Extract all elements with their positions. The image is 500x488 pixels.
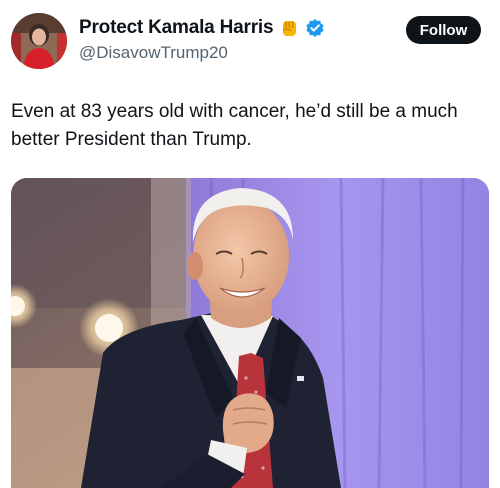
- raised-fist-emoji-icon: [279, 18, 300, 39]
- tweet-photo[interactable]: [11, 178, 489, 488]
- author-name-row: Protect Kamala Harris: [79, 16, 325, 40]
- verified-badge-icon: [305, 18, 325, 38]
- author-display-name[interactable]: Protect Kamala Harris: [79, 17, 274, 39]
- tweet-text: Even at 83 years old with cancer, he’d s…: [11, 101, 458, 150]
- author-handle[interactable]: @DisavowTrump20: [79, 43, 325, 63]
- follow-button[interactable]: Follow: [406, 16, 481, 44]
- tweet: Protect Kamala Harris @DisavowTrump20 Fo…: [0, 0, 500, 488]
- author-info: Protect Kamala Harris @DisavowTrump20: [79, 16, 325, 63]
- author-avatar[interactable]: [11, 13, 67, 69]
